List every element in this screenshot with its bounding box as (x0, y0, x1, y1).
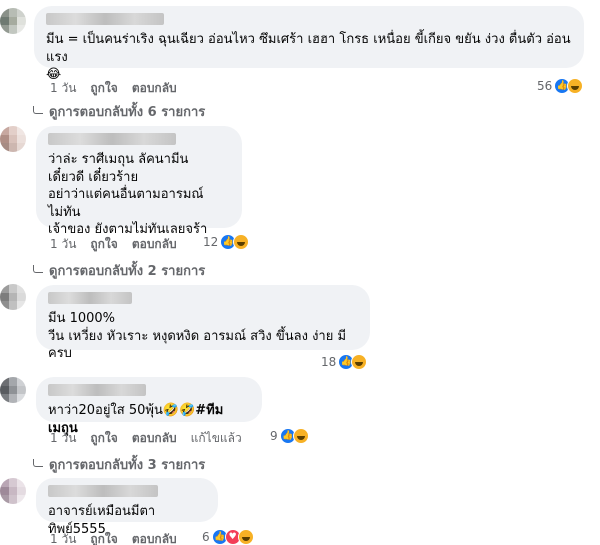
comment-bubble: ว่าล่ะ ราศีเมถุน ลัคนามีน เดี๋ยวดี เดี๋ย… (36, 126, 242, 237)
avatar[interactable] (0, 478, 26, 504)
comment-bubble: มีน = เป็นคนร่าเริง ฉุนเฉียว อ่อนไหว ซึม… (34, 6, 584, 82)
reply-button[interactable]: ตอบกลับ (132, 429, 177, 448)
reaction-count: 6 (202, 530, 210, 544)
comment-time[interactable]: 1 วัน (50, 530, 76, 545)
like-button[interactable]: ถูกใจ (90, 530, 117, 545)
comment-time[interactable]: 1 วัน (50, 79, 76, 98)
reaction-summary[interactable]: 56 👍 (537, 78, 584, 94)
commenter-name[interactable] (48, 485, 158, 497)
haha-reaction-icon (292, 428, 309, 444)
haha-reaction-icon (567, 78, 584, 94)
avatar[interactable] (0, 8, 26, 34)
avatar[interactable] (0, 377, 26, 403)
reply-button[interactable]: ตอบกลับ (132, 235, 177, 254)
comment-bubble: อาจารย์เหมือนมีตาทิพย์5555 (36, 478, 218, 537)
haha-reaction-icon (351, 354, 368, 370)
reaction-summary[interactable]: 6 👍 ♥ (202, 529, 254, 545)
reaction-count: 56 (537, 79, 553, 93)
reply-arrow-icon (33, 105, 43, 114)
avatar[interactable] (0, 126, 26, 152)
comment-actions: 1 วัน ถูกใจ ตอบกลับ แก้ไขแล้ว (50, 429, 242, 448)
reply-button[interactable]: ตอบกลับ (132, 79, 177, 98)
reaction-count: 12 (203, 235, 219, 249)
comment-text: ว่าล่ะ ราศีเมถุน ลัคนามีน เดี๋ยวดี เดี๋ย… (48, 152, 208, 237)
comment-actions: 1 วัน ถูกใจ ตอบกลับ (50, 530, 177, 545)
like-button[interactable]: ถูกใจ (90, 235, 117, 254)
reaction-summary[interactable]: 12 👍 (203, 234, 250, 250)
comment-time[interactable]: 1 วัน (50, 429, 76, 448)
view-replies-label: ดูการตอบกลับทั้ง 2 รายการ (49, 264, 206, 279)
commenter-name[interactable] (48, 292, 132, 304)
comment-text: มีน = เป็นคนร่าเริง ฉุนเฉียว อ่อนไหว ซึม… (46, 32, 571, 82)
reaction-summary[interactable]: 9 👍 (270, 428, 309, 444)
reaction-summary[interactable]: 18 👍 (321, 354, 368, 370)
commenter-name[interactable] (48, 384, 146, 396)
view-replies-link[interactable]: ดูการตอบกลับทั้ง 6 รายการ (33, 101, 205, 122)
haha-reaction-icon (237, 529, 254, 545)
commenter-name[interactable] (46, 13, 164, 25)
comment-actions: 1 วัน ถูกใจ ตอบกลับ (50, 79, 177, 98)
reaction-count: 9 (270, 429, 278, 443)
view-replies-link[interactable]: ดูการตอบกลับทั้ง 2 รายการ (33, 260, 205, 281)
like-button[interactable]: ถูกใจ (90, 79, 117, 98)
view-replies-label: ดูการตอบกลับทั้ง 3 รายการ (49, 458, 206, 473)
comment-bubble: มีน 1000% วีน เหวี่ยง หัวเราะ หงุดหงิด อ… (36, 285, 370, 361)
view-replies-link[interactable]: ดูการตอบกลับทั้ง 3 รายการ (33, 454, 205, 475)
edited-label: แก้ไขแล้ว (190, 431, 242, 445)
reply-button[interactable]: ตอบกลับ (132, 530, 177, 545)
comment-bubble: หาว่า20อยู่ใส 50พุ้น🤣🤣#ทีมเมถุน (36, 377, 262, 436)
reply-arrow-icon (33, 264, 43, 273)
like-button[interactable]: ถูกใจ (90, 429, 117, 448)
reply-arrow-icon (33, 458, 43, 467)
reaction-count: 18 (321, 355, 337, 369)
view-replies-label: ดูการตอบกลับทั้ง 6 รายการ (49, 105, 206, 120)
comment-text: มีน 1000% วีน เหวี่ยง หัวเราะ หงุดหงิด อ… (48, 311, 347, 361)
commenter-name[interactable] (48, 133, 176, 145)
comment-time[interactable]: 1 วัน (50, 235, 76, 254)
comment-actions: 1 วัน ถูกใจ ตอบกลับ (50, 235, 177, 254)
haha-reaction-icon (233, 234, 250, 250)
avatar[interactable] (0, 284, 26, 310)
